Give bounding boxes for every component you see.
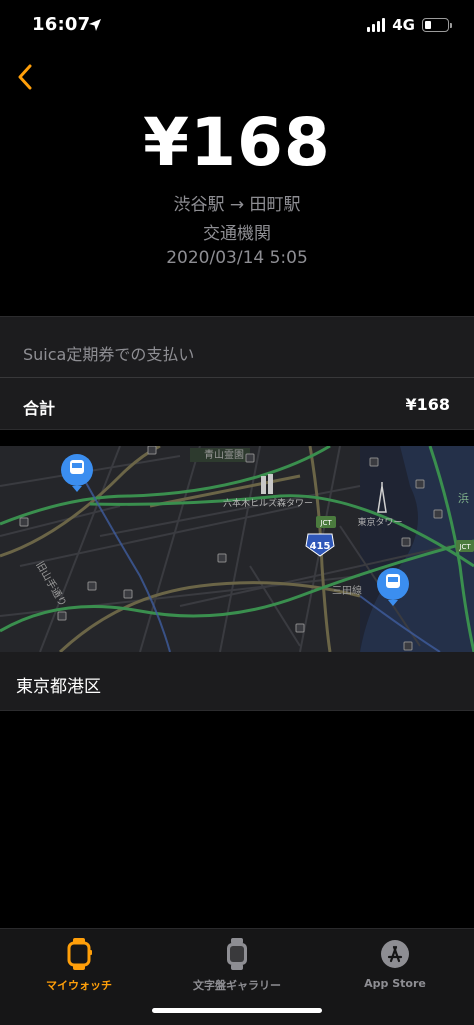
map-area-row: 東京都港区 bbox=[0, 652, 474, 711]
watch-icon bbox=[62, 937, 96, 971]
transaction-route: 渋谷駅 → 田町駅 bbox=[173, 195, 301, 215]
network-type: 4G bbox=[392, 16, 415, 34]
transaction-datetime: 2020/03/14 5:05 bbox=[166, 248, 308, 268]
map-label-roppongi: 六本木ヒルズ森タワー bbox=[223, 497, 313, 509]
tab-face-gallery[interactable]: 文字盤ギャラリー bbox=[158, 937, 316, 997]
svg-text:415: 415 bbox=[310, 541, 331, 552]
location-arrow-icon bbox=[89, 19, 101, 31]
status-time: 16:07 bbox=[32, 14, 91, 35]
tab-app-store[interactable]: App Store bbox=[316, 937, 474, 997]
back-button[interactable] bbox=[10, 60, 40, 94]
payment-method: Suica定期券での支払い bbox=[23, 345, 195, 364]
jct-badge-2: JCT bbox=[456, 540, 474, 552]
app-store-icon bbox=[378, 937, 412, 971]
svg-text:JCT: JCT bbox=[458, 543, 471, 551]
payment-card: Suica定期券での支払い 合計 ¥168 bbox=[0, 316, 474, 430]
battery-icon bbox=[422, 18, 449, 32]
tab-label: 文字盤ギャラリー bbox=[193, 979, 281, 992]
transaction-amount: ¥168 bbox=[143, 104, 331, 181]
divider bbox=[0, 377, 474, 378]
svg-text:JCT: JCT bbox=[319, 519, 332, 527]
total-value: ¥168 bbox=[405, 395, 450, 414]
jct-badge-1: JCT bbox=[316, 516, 336, 528]
map-area-name: 東京都港区 bbox=[16, 677, 101, 697]
status-indicators: 4G bbox=[367, 16, 452, 34]
tab-my-watch[interactable]: マイウォッチ bbox=[0, 937, 158, 997]
tab-label: マイウォッチ bbox=[46, 979, 112, 992]
map-label-mita: 三田線 bbox=[332, 584, 362, 597]
map-label-tokyo-tower: 東京タワー bbox=[357, 516, 402, 528]
cellular-signal-icon bbox=[367, 18, 386, 32]
route-map[interactable]: 青山霊園 六本木ヒルズ森タワー 東京タワー 415 JCT JCT 旧山手通り … bbox=[0, 446, 474, 652]
transaction-category: 交通機関 bbox=[203, 224, 271, 244]
tab-label: App Store bbox=[364, 977, 426, 990]
home-indicator[interactable] bbox=[152, 1008, 322, 1013]
watch-face-icon bbox=[220, 937, 254, 971]
map-label-aoyama: 青山霊園 bbox=[204, 448, 244, 461]
status-bar: 16:07 4G bbox=[0, 0, 474, 50]
map-graphic: 青山霊園 六本木ヒルズ森タワー 東京タワー 415 JCT JCT 旧山手通り … bbox=[0, 446, 474, 652]
chevron-left-icon bbox=[18, 64, 32, 90]
total-label: 合計 bbox=[23, 399, 56, 418]
map-label-hama: 浜 bbox=[458, 492, 469, 505]
